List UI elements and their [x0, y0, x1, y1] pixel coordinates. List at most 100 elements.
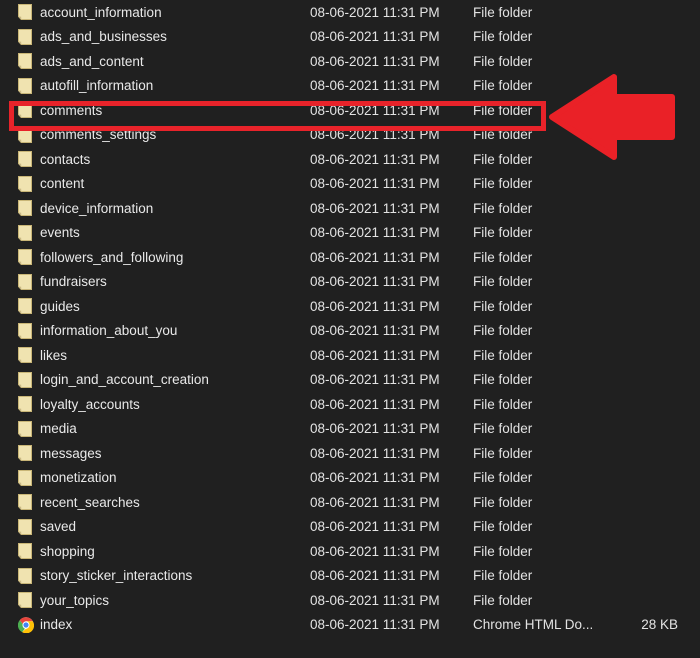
file-name[interactable]: comments	[40, 103, 310, 118]
folder-icon	[0, 445, 40, 462]
file-name[interactable]: ads_and_businesses	[40, 29, 310, 44]
file-row[interactable]: followers_and_following 08-06-2021 11:31 …	[0, 245, 700, 270]
file-name[interactable]: events	[40, 225, 310, 240]
file-list[interactable]: account_information 08-06-2021 11:31 PM Fi…	[0, 0, 700, 637]
folder-icon	[0, 200, 40, 217]
chrome-icon	[0, 616, 40, 633]
file-type: File folder	[473, 568, 533, 584]
file-type: File folder	[473, 421, 533, 437]
folder-icon	[0, 4, 40, 21]
file-name[interactable]: fundraisers	[40, 274, 310, 289]
file-date-modified: 08-06-2021 11:31 PM	[310, 347, 440, 363]
file-name[interactable]: monetization	[40, 470, 310, 485]
file-date-modified: 08-06-2021 11:31 PM	[310, 445, 440, 461]
file-name[interactable]: ads_and_content	[40, 54, 310, 69]
file-row[interactable]: fundraisers 08-06-2021 11:31 PM File folde…	[0, 270, 700, 295]
file-name[interactable]: shopping	[40, 544, 310, 559]
file-row[interactable]: comments 08-06-2021 11:31 PM File folder	[0, 98, 700, 123]
file-name[interactable]: information_about_you	[40, 323, 310, 338]
file-explorer-list-view: account_information 08-06-2021 11:31 PM Fi…	[0, 0, 700, 658]
file-date-modified: 08-06-2021 11:31 PM	[310, 151, 440, 167]
file-name[interactable]: content	[40, 176, 310, 191]
file-row[interactable]: ads_and_businesses 08-06-2021 11:31 PM Fil…	[0, 25, 700, 50]
file-date-modified: 08-06-2021 11:31 PM	[310, 617, 440, 633]
folder-icon	[0, 518, 40, 535]
file-date-modified: 08-06-2021 11:31 PM	[310, 396, 440, 412]
file-name[interactable]: story_sticker_interactions	[40, 568, 310, 583]
file-name[interactable]: autofill_information	[40, 78, 310, 93]
file-row[interactable]: recent_searches 08-06-2021 11:31 PM File f…	[0, 490, 700, 515]
file-row[interactable]: likes 08-06-2021 11:31 PM File folder	[0, 343, 700, 368]
file-row[interactable]: guides 08-06-2021 11:31 PM File folder	[0, 294, 700, 319]
folder-icon	[0, 322, 40, 339]
file-name[interactable]: media	[40, 421, 310, 436]
file-name[interactable]: contacts	[40, 152, 310, 167]
file-type: File folder	[473, 372, 533, 388]
file-name[interactable]: followers_and_following	[40, 250, 310, 265]
folder-icon	[0, 494, 40, 511]
file-type: File folder	[473, 200, 533, 216]
file-type: File folder	[473, 29, 533, 45]
file-name[interactable]: comments_settings	[40, 127, 310, 142]
folder-icon	[0, 28, 40, 45]
file-row[interactable]: autofill_information 08-06-2021 11:31 PM F…	[0, 74, 700, 99]
file-row[interactable]: events 08-06-2021 11:31 PM File folder	[0, 221, 700, 246]
file-row[interactable]: device_information 08-06-2021 11:31 PM Fil…	[0, 196, 700, 221]
file-row[interactable]: account_information 08-06-2021 11:31 PM Fi…	[0, 0, 700, 25]
file-name[interactable]: device_information	[40, 201, 310, 216]
file-name[interactable]: messages	[40, 446, 310, 461]
file-row[interactable]: messages 08-06-2021 11:31 PM File folder	[0, 441, 700, 466]
file-row[interactable]: index 08-06-2021 11:31 PM Chrome HTML Do..…	[0, 613, 700, 638]
file-name[interactable]: your_topics	[40, 593, 310, 608]
file-date-modified: 08-06-2021 11:31 PM	[310, 519, 440, 535]
file-type: File folder	[473, 592, 533, 608]
file-name[interactable]: guides	[40, 299, 310, 314]
folder-icon	[0, 102, 40, 119]
file-row[interactable]: story_sticker_interactions 08-06-2021 11:…	[0, 564, 700, 589]
file-row[interactable]: your_topics 08-06-2021 11:31 PM File folde…	[0, 588, 700, 613]
file-row[interactable]: loyalty_accounts 08-06-2021 11:31 PM File …	[0, 392, 700, 417]
file-type: File folder	[473, 274, 533, 290]
file-date-modified: 08-06-2021 11:31 PM	[310, 592, 440, 608]
file-date-modified: 08-06-2021 11:31 PM	[310, 102, 440, 118]
file-name[interactable]: login_and_account_creation	[40, 372, 310, 387]
file-name[interactable]: saved	[40, 519, 310, 534]
file-name[interactable]: loyalty_accounts	[40, 397, 310, 412]
folder-icon	[0, 151, 40, 168]
file-type: File folder	[473, 519, 533, 535]
folder-icon	[0, 592, 40, 609]
file-row[interactable]: information_about_you 08-06-2021 11:31 PM…	[0, 319, 700, 344]
file-type: File folder	[473, 445, 533, 461]
folder-icon	[0, 347, 40, 364]
folder-icon	[0, 567, 40, 584]
file-row[interactable]: login_and_account_creation 08-06-2021 11:…	[0, 368, 700, 393]
file-row[interactable]: comments_settings 08-06-2021 11:31 PM File…	[0, 123, 700, 148]
folder-icon	[0, 298, 40, 315]
file-row[interactable]: media 08-06-2021 11:31 PM File folder	[0, 417, 700, 442]
file-name[interactable]: account_information	[40, 5, 310, 20]
file-row[interactable]: contacts 08-06-2021 11:31 PM File folder	[0, 147, 700, 172]
file-row[interactable]: monetization 08-06-2021 11:31 PM File fold…	[0, 466, 700, 491]
file-type: File folder	[473, 347, 533, 363]
file-date-modified: 08-06-2021 11:31 PM	[310, 421, 440, 437]
file-date-modified: 08-06-2021 11:31 PM	[310, 4, 440, 20]
file-name[interactable]: recent_searches	[40, 495, 310, 510]
file-date-modified: 08-06-2021 11:31 PM	[310, 200, 440, 216]
file-row[interactable]: shopping 08-06-2021 11:31 PM File folder	[0, 539, 700, 564]
folder-icon	[0, 543, 40, 560]
folder-icon	[0, 469, 40, 486]
file-row[interactable]: saved 08-06-2021 11:31 PM File folder	[0, 515, 700, 540]
file-date-modified: 08-06-2021 11:31 PM	[310, 274, 440, 290]
file-type: File folder	[473, 225, 533, 241]
file-name[interactable]: likes	[40, 348, 310, 363]
file-row[interactable]: ads_and_content 08-06-2021 11:31 PM File f…	[0, 49, 700, 74]
folder-icon	[0, 371, 40, 388]
file-date-modified: 08-06-2021 11:31 PM	[310, 568, 440, 584]
folder-icon	[0, 126, 40, 143]
file-type: File folder	[473, 53, 533, 69]
file-type: File folder	[473, 249, 533, 265]
file-row[interactable]: content 08-06-2021 11:31 PM File folder	[0, 172, 700, 197]
file-date-modified: 08-06-2021 11:31 PM	[310, 127, 440, 143]
file-name[interactable]: index	[40, 617, 310, 632]
file-type: File folder	[473, 151, 533, 167]
